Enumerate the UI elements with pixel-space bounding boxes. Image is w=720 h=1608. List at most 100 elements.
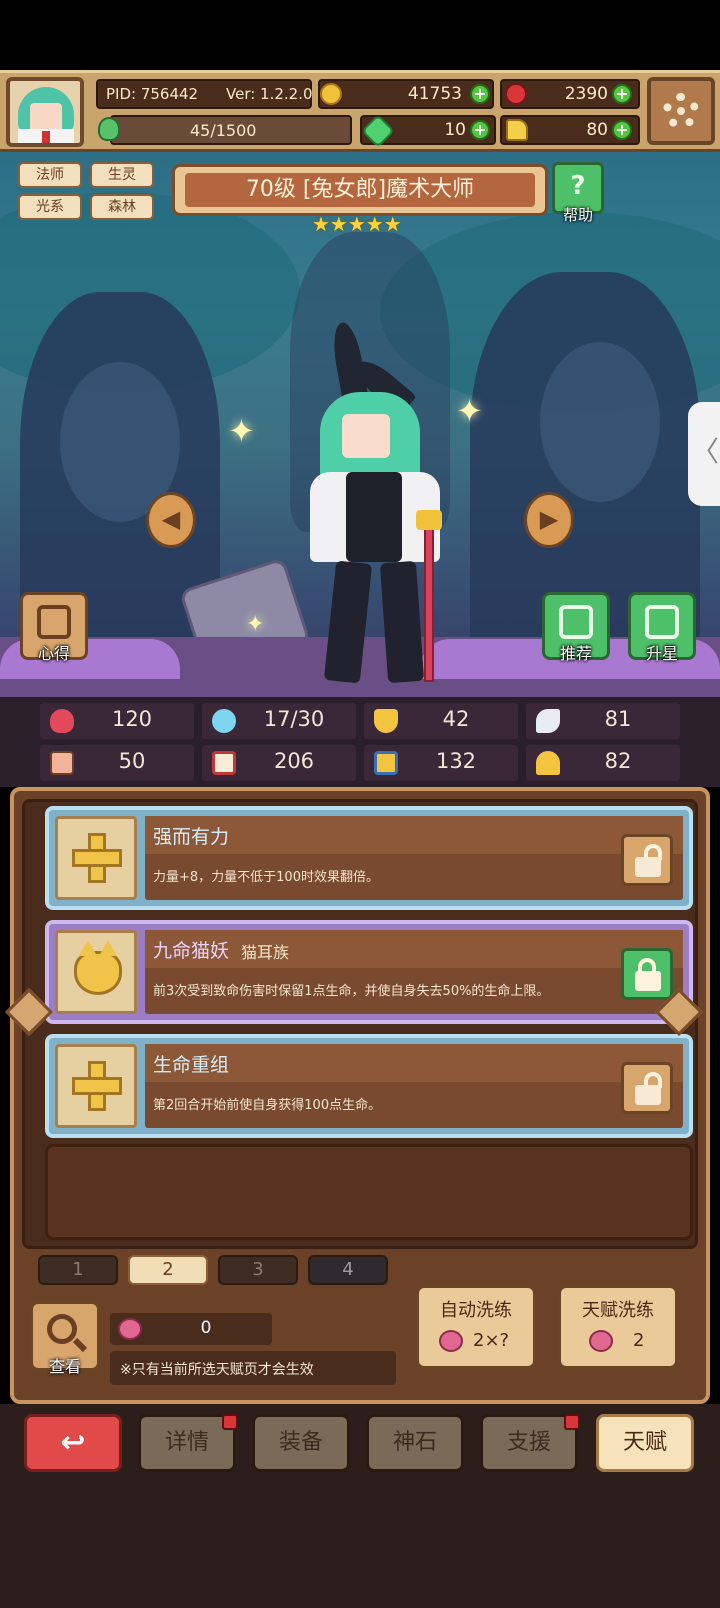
stat-mana: 17/30 — [202, 703, 356, 739]
talent-description: 前3次受到致命伤害时保留1点生命，并使自身失去50%的生命上限。 — [153, 984, 550, 999]
add-gold-icon[interactable]: + — [470, 84, 490, 104]
cat-icon — [74, 940, 122, 995]
talent-page-tab-selected[interactable]: 2 — [128, 1255, 208, 1285]
stat-strength: 50 — [40, 745, 194, 781]
talent-icon-box — [55, 816, 137, 900]
talent-card[interactable]: 九命猫妖 猫耳族 前3次受到致命伤害时保留1点生命，并使自身失去50%的生命上限… — [45, 920, 693, 1024]
stat-defense: 42 — [364, 703, 518, 739]
heart-icon — [50, 709, 74, 733]
star-icon — [645, 605, 679, 639]
page-note-box: ※只有当前所选天赋页才会生效 — [110, 1351, 396, 1385]
talent-card[interactable]: 生命重组 第2回合开始前使自身获得100点生命。 — [45, 1034, 693, 1138]
talent-page-tab[interactable]: 1 — [38, 1255, 118, 1285]
stamina-value: 45/1500 — [190, 121, 257, 140]
stamina-icon — [98, 117, 120, 141]
gold-amount: 41753 — [407, 84, 462, 104]
help-label: 帮助 — [562, 206, 593, 224]
hero-scene: ✦ ✦ ✦ ✦ 法师 生灵 光系 森林 70级 [兔女郎]魔术大师 ★★★★★ … — [0, 152, 720, 697]
insights-label: 心得 — [37, 644, 70, 663]
notification-dot — [222, 1414, 238, 1430]
hero-star-rating: ★★★★★ — [312, 212, 402, 236]
auto-wash-button[interactable]: 自动洗练 2×? — [416, 1285, 536, 1369]
red-gem-icon — [505, 83, 527, 105]
clover-amount: 10 — [444, 120, 466, 140]
shield-icon — [374, 709, 398, 733]
fruit-icon — [118, 1318, 142, 1340]
recommend-label: 推荐 — [559, 644, 592, 663]
back-button[interactable]: ↩ — [24, 1414, 122, 1472]
nav-equipment[interactable]: 装备 — [252, 1414, 350, 1472]
magnifier-icon — [47, 1314, 77, 1344]
gold-coin-icon — [320, 83, 342, 105]
talent-page-tab[interactable]: 4 — [308, 1255, 388, 1285]
talent-card[interactable]: 强而有力 力量+8，力量不低于100时效果翻倍。 — [45, 806, 693, 910]
fruit-icon — [589, 1330, 613, 1352]
talent-icon-box — [55, 1044, 137, 1128]
talent-wash-cost: 2 — [633, 1330, 645, 1351]
stat-intellect: 206 — [202, 745, 356, 781]
side-drawer-handle[interactable]: 〈 — [688, 402, 720, 506]
talent-lock-toggle[interactable] — [621, 834, 673, 886]
pointer-amount: 80 — [586, 120, 608, 140]
talent-description: 第2回合开始前使自身获得100点生命。 — [153, 1098, 382, 1113]
stat-luck: 82 — [526, 745, 680, 781]
hero-character-sprite — [290, 320, 460, 692]
nav-godstone[interactable]: 神石 — [366, 1414, 464, 1472]
view-label: 查看 — [48, 1357, 81, 1376]
chevron-left-icon: 〈 — [690, 435, 719, 468]
hero-stats: 120 17/30 42 81 50 206 132 82 — [0, 697, 720, 787]
stat-agility: 132 — [364, 745, 518, 781]
talent-page-tabs: 1 2 3 4 — [32, 1255, 692, 1285]
settings-button[interactable] — [647, 77, 715, 145]
wing-icon — [536, 709, 560, 733]
top-header: PID: 756442 Ver: 1.2.2.0 41753 + 2390 + … — [0, 70, 720, 152]
talent-list: 强而有力 力量+8，力量不低于100时效果翻倍。 九命猫妖 猫耳族 前3次受到致… — [22, 799, 698, 1249]
page-note: ※只有当前所选天赋页才会生效 — [120, 1362, 314, 1378]
add-clover-icon[interactable]: + — [470, 120, 490, 140]
next-hero-button[interactable]: ▶ — [524, 492, 574, 548]
talent-page-tab[interactable]: 3 — [218, 1255, 298, 1285]
helmet-icon — [37, 605, 71, 639]
sparkle-icon: ✦ — [228, 412, 255, 450]
talent-description: 力量+8，力量不低于100时效果翻倍。 — [153, 870, 379, 885]
sparkle-icon: ✦ — [246, 612, 265, 637]
add-pointer-icon[interactable]: + — [612, 120, 632, 140]
talent-name: 九命猫妖 — [153, 940, 230, 962]
talent-panel: 强而有力 力量+8，力量不低于100时效果翻倍。 九命猫妖 猫耳族 前3次受到致… — [4, 787, 710, 1404]
stat-hp: 120 — [40, 703, 194, 739]
auto-wash-cost: 2×? — [473, 1330, 510, 1351]
talent-race-tag: 猫耳族 — [241, 943, 290, 962]
prev-hero-button[interactable]: ◀ — [146, 492, 196, 548]
add-gem-icon[interactable]: + — [612, 84, 632, 104]
wash-cost-box: 0 — [110, 1313, 272, 1345]
tag-race: 生灵 — [90, 162, 154, 188]
tag-element: 光系 — [18, 194, 82, 220]
hero-title-banner: 70级 [兔女郎]魔术大师 — [172, 164, 548, 216]
horseshoe-icon — [536, 751, 560, 775]
chevron-left-icon: ◀ — [161, 505, 181, 533]
fruit-count: 0 — [200, 1318, 212, 1338]
tag-class: 法师 — [18, 162, 82, 188]
talent-lock-toggle[interactable] — [621, 1062, 673, 1114]
talent-lock-toggle[interactable] — [621, 948, 673, 1000]
gem-amount: 2390 — [564, 84, 608, 104]
bottom-nav: ↩ 详情 装备 神石 支援 天赋 — [0, 1404, 720, 1608]
talent-wash-button[interactable]: 天赋洗练 2 — [558, 1285, 678, 1369]
boot-icon — [374, 751, 398, 775]
player-avatar[interactable] — [6, 77, 84, 147]
fist-icon — [50, 751, 74, 775]
player-id: PID: 756442 — [106, 85, 199, 103]
empty-talent-slot — [45, 1144, 693, 1240]
mana-drop-icon — [212, 709, 236, 733]
chevron-right-icon: ▶ — [539, 505, 559, 533]
status-bar-area — [0, 0, 720, 70]
hero-title: 70级 [兔女郎]魔术大师 — [185, 173, 535, 207]
book-icon — [212, 751, 236, 775]
talent-name: 强而有力 — [153, 826, 230, 848]
fruit-icon — [439, 1330, 463, 1352]
game-version: Ver: 1.2.2.0 — [226, 85, 313, 103]
notification-dot — [564, 1414, 580, 1430]
sparkle-icon: ✦ — [456, 392, 483, 430]
nav-talent[interactable]: 天赋 — [596, 1414, 694, 1472]
thumbs-up-icon — [559, 605, 593, 639]
